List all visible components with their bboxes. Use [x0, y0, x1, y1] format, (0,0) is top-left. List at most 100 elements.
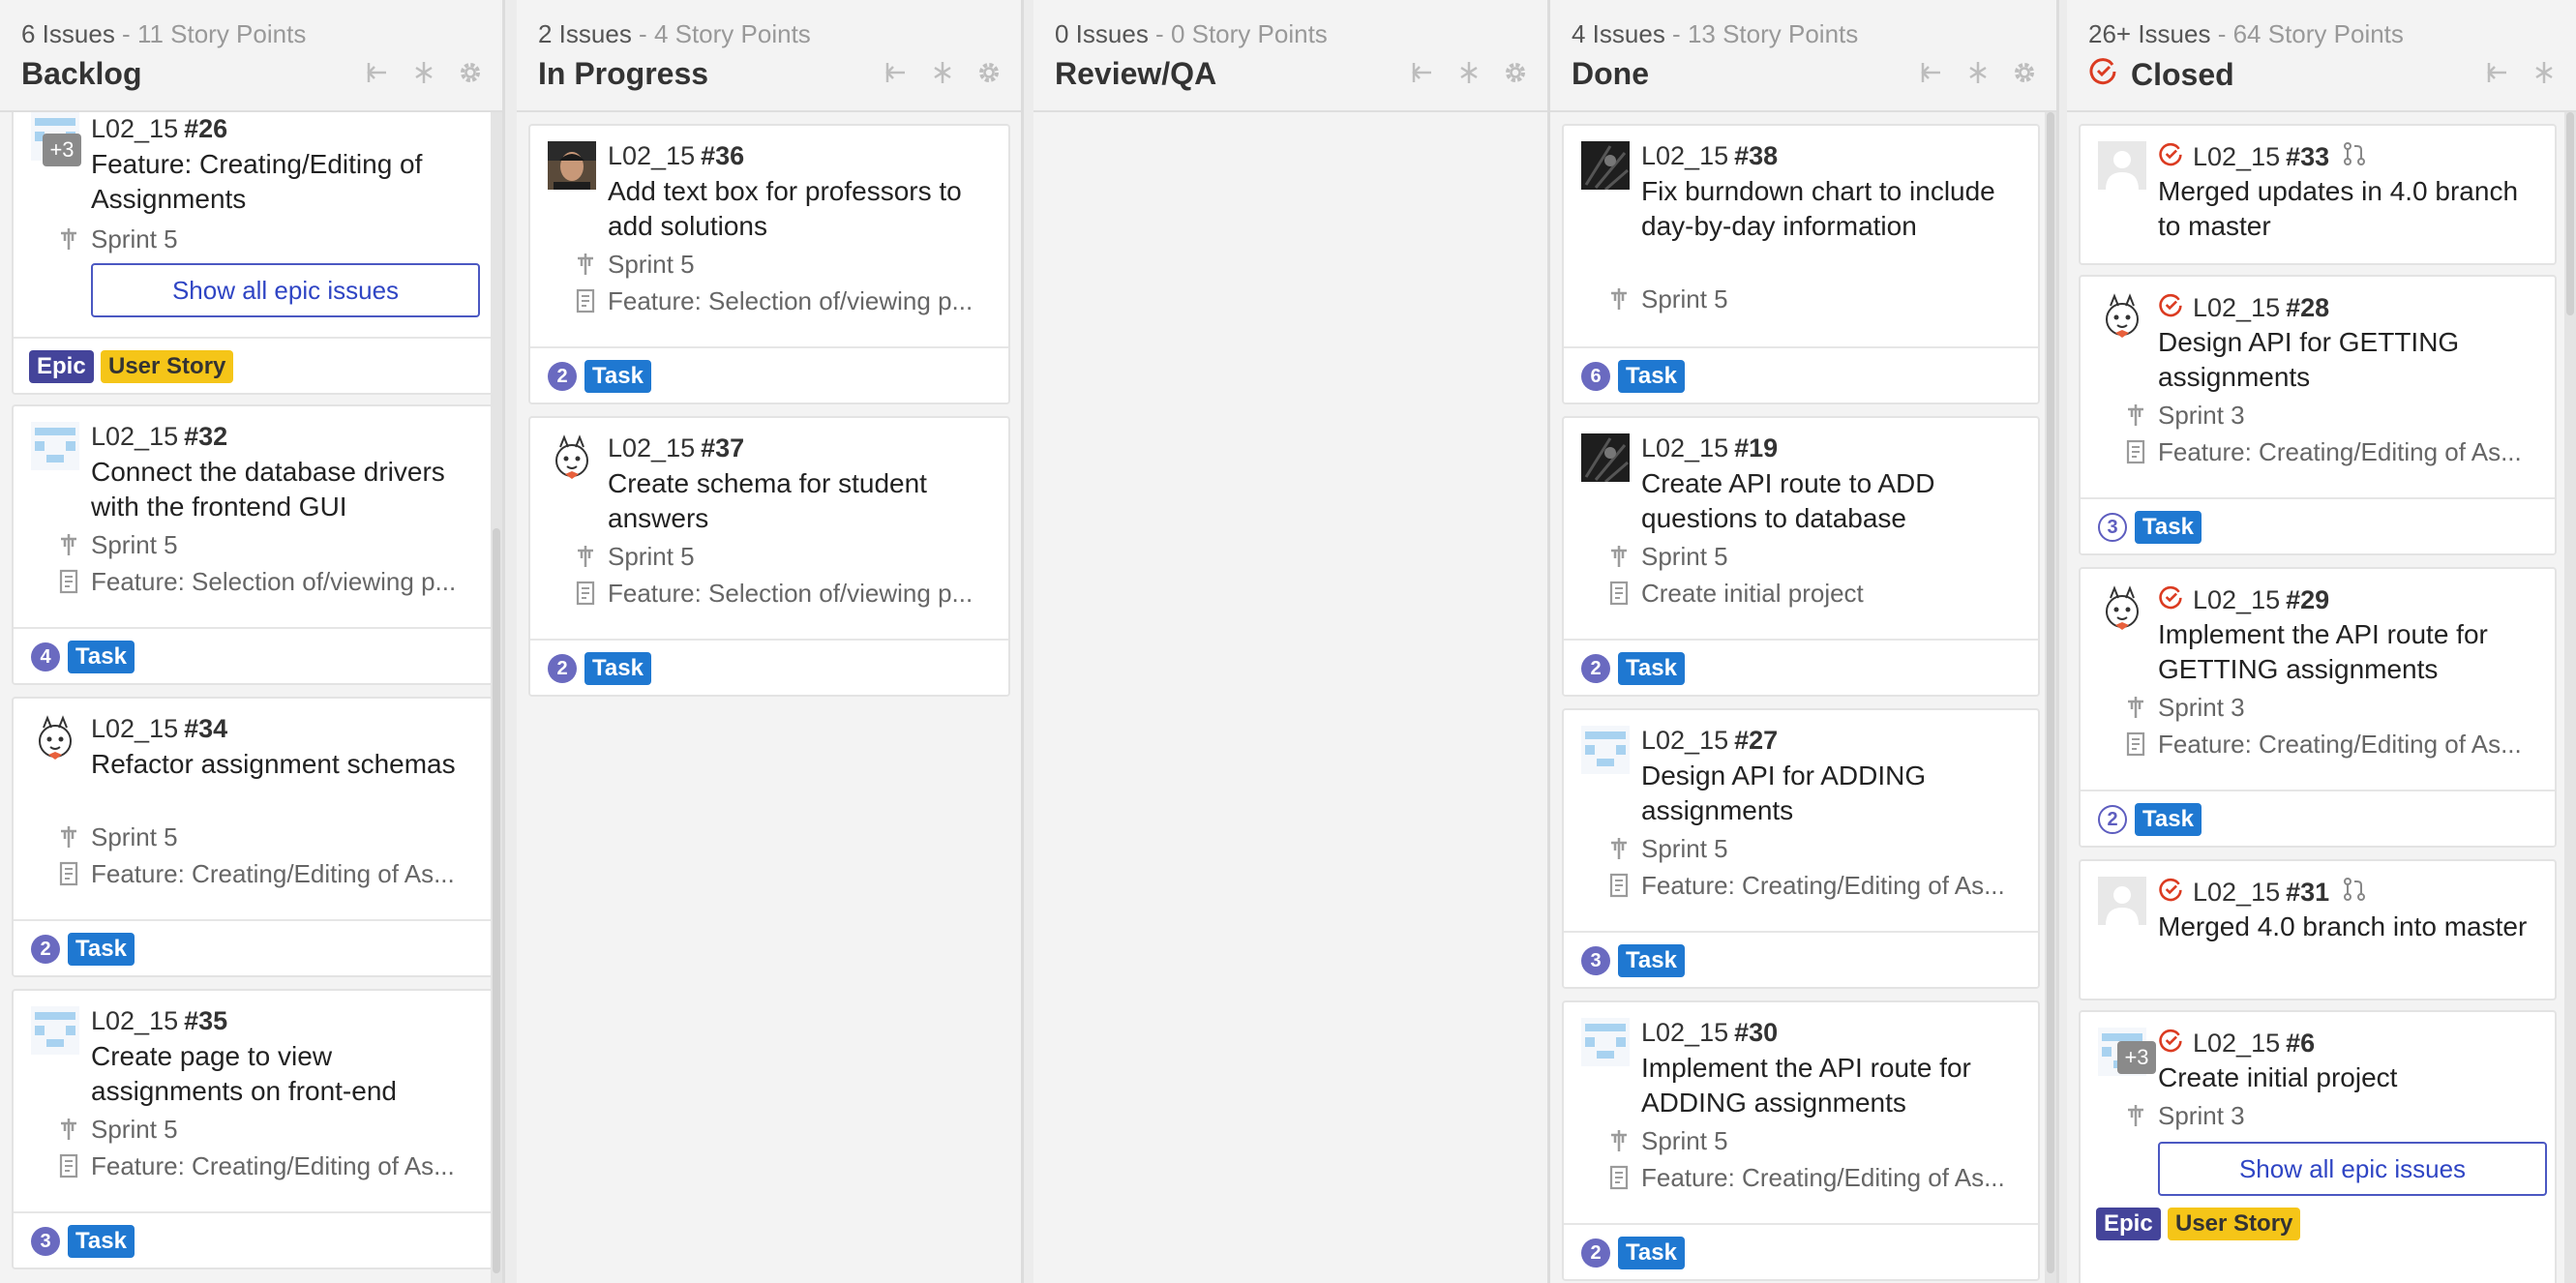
issue-title[interactable]: Create API route to ADD questions to dat…: [1641, 466, 2019, 536]
expand-icon[interactable]: [930, 60, 955, 85]
collapse-icon[interactable]: [1919, 60, 1944, 85]
issue-title[interactable]: Create page to view assignments on front…: [91, 1039, 472, 1109]
issue-title[interactable]: Design API for ADDING assignments: [1641, 759, 2019, 828]
issue-card[interactable]: L02_15 #35 Create page to view assignment…: [12, 989, 494, 1269]
gear-icon[interactable]: [976, 60, 1002, 85]
label-epic[interactable]: Epic: [29, 350, 94, 383]
issue-title[interactable]: Implement the API route for ADDING assig…: [1641, 1051, 2019, 1120]
gear-icon[interactable]: [458, 60, 483, 85]
label-task[interactable]: Task: [1618, 944, 1685, 977]
issue-card[interactable]: L02_15 #19 Create API route to ADD questi…: [1562, 416, 2040, 697]
expand-icon[interactable]: [411, 60, 436, 85]
issue-card[interactable]: L02_15 #38 Fix burndown chart to include …: [1562, 124, 2040, 404]
issue-title[interactable]: Create schema for student answers: [608, 466, 989, 536]
collapse-icon[interactable]: [884, 60, 909, 85]
column-body: [1033, 112, 1547, 1283]
scrollbar-thumb[interactable]: [493, 528, 500, 1273]
expand-icon[interactable]: [2531, 60, 2557, 85]
issue-title[interactable]: Merged 4.0 branch into master: [2158, 910, 2535, 944]
label-task[interactable]: Task: [2135, 803, 2202, 836]
column-backlog: 6 Issues - 11 Story Points Backlog +3 L0…: [0, 0, 505, 1283]
label-epic[interactable]: Epic: [2096, 1208, 2161, 1240]
issue-ref[interactable]: L02_15 #6: [2158, 1028, 2315, 1059]
expand-icon[interactable]: [1456, 60, 1482, 85]
issue-ref[interactable]: L02_15 #38: [1641, 141, 1778, 171]
issue-card[interactable]: +3 L02_15 #26 Feature: Creating/Editing o…: [12, 112, 494, 395]
issue-ref[interactable]: L02_15 #29: [2158, 584, 2329, 616]
issue-ref[interactable]: L02_15 #34: [91, 714, 227, 744]
show-epic-issues-button[interactable]: Show all epic issues: [91, 263, 480, 317]
issue-title[interactable]: Fix burndown chart to include day-by-day…: [1641, 174, 2019, 244]
collapse-icon[interactable]: [2485, 60, 2510, 85]
issue-ref[interactable]: L02_15 #30: [1641, 1018, 1778, 1048]
issue-title[interactable]: Refactor assignment schemas: [91, 747, 472, 782]
issue-ref[interactable]: L02_15 #28: [2158, 292, 2329, 324]
issue-card[interactable]: L02_15 #36 Add text box for professors to…: [528, 124, 1010, 404]
show-epic-issues-button[interactable]: Show all epic issues: [2158, 1142, 2547, 1196]
issue-epic[interactable]: Feature: Creating/Editing of As...: [91, 1151, 476, 1181]
issue-ref[interactable]: L02_15 #33: [2158, 141, 2366, 173]
issue-ref[interactable]: L02_15 #35: [91, 1006, 227, 1036]
label-user-story[interactable]: User Story: [101, 350, 234, 383]
issue-card[interactable]: L02_15 #27 Design API for ADDING assignme…: [1562, 708, 2040, 989]
issue-card[interactable]: L02_15 #34 Refactor assignment schemas Sp…: [12, 697, 494, 977]
issue-epic[interactable]: Feature: Creating/Editing of As...: [2158, 437, 2539, 467]
issue-ref[interactable]: L02_15 #26: [91, 114, 227, 144]
scrollbar[interactable]: [2564, 112, 2576, 1283]
label-task[interactable]: Task: [68, 933, 135, 966]
avatar: [1581, 433, 1630, 484]
issue-card[interactable]: L02_15 #28 Design API for GETTING assignm…: [2079, 275, 2557, 555]
milestone-icon: [2123, 695, 2148, 720]
issue-ref[interactable]: L02_15 #31: [2158, 877, 2366, 909]
scrollbar-thumb[interactable]: [2566, 112, 2574, 315]
gear-icon[interactable]: [2012, 60, 2037, 85]
issue-epic[interactable]: Feature: Creating/Editing of As...: [2158, 730, 2539, 760]
issue-title[interactable]: Implement the API route for GETTING assi…: [2158, 617, 2535, 687]
issue-card[interactable]: L02_15 #31 Merged 4.0 branch into master: [2079, 859, 2557, 1000]
issue-card[interactable]: +3 L02_15 #6 Create initial project Sprin…: [2079, 1010, 2557, 1283]
issue-epic[interactable]: Feature: Selection of/viewing p...: [608, 579, 993, 609]
issue-title[interactable]: Create initial project: [2158, 1060, 2535, 1095]
issue-ref[interactable]: L02_15 #36: [608, 141, 744, 171]
issue-card[interactable]: L02_15 #37 Create schema for student answ…: [528, 416, 1010, 697]
issue-epic[interactable]: Feature: Creating/Editing of As...: [1641, 871, 2022, 901]
card-footer: 3 Task: [14, 1211, 492, 1268]
issue-count: 4 Issues: [1572, 19, 1665, 48]
label-task[interactable]: Task: [584, 652, 651, 685]
label-task[interactable]: Task: [584, 360, 651, 393]
label-task[interactable]: Task: [1618, 652, 1685, 685]
epic-icon: [573, 581, 598, 606]
issue-card[interactable]: L02_15 #32 Connect the database drivers w…: [12, 404, 494, 685]
issue-epic[interactable]: Feature: Creating/Editing of As...: [1641, 1163, 2022, 1193]
closed-issue-icon: [2158, 584, 2183, 616]
issue-title[interactable]: Feature: Creating/Editing of Assignments: [91, 147, 472, 217]
issue-title[interactable]: Connect the database drivers with the fr…: [91, 455, 472, 524]
issue-ref[interactable]: L02_15 #19: [1641, 433, 1778, 463]
issue-epic[interactable]: Feature: Selection of/viewing p...: [91, 567, 476, 597]
issue-epic[interactable]: Feature: Selection of/viewing p...: [608, 286, 993, 316]
issue-card[interactable]: L02_15 #29 Implement the API route for GE…: [2079, 567, 2557, 848]
issue-ref[interactable]: L02_15 #32: [91, 422, 227, 452]
label-task[interactable]: Task: [68, 641, 135, 673]
expand-icon[interactable]: [1965, 60, 1991, 85]
collapse-icon[interactable]: [365, 60, 390, 85]
issue-card[interactable]: L02_15 #30 Implement the API route for AD…: [1562, 1000, 2040, 1281]
collapse-icon[interactable]: [1410, 60, 1435, 85]
label-task[interactable]: Task: [68, 1225, 135, 1258]
scrollbar[interactable]: [2045, 112, 2056, 1283]
label-task[interactable]: Task: [2135, 511, 2202, 544]
issue-title[interactable]: Design API for GETTING assignments: [2158, 325, 2535, 395]
scrollbar-thumb[interactable]: [2047, 112, 2054, 1273]
issue-ref[interactable]: L02_15 #27: [1641, 726, 1778, 756]
gear-icon[interactable]: [1503, 60, 1528, 85]
label-task[interactable]: Task: [1618, 360, 1685, 393]
issue-epic[interactable]: Feature: Creating/Editing of As...: [91, 859, 476, 889]
issue-title[interactable]: Add text box for professors to add solut…: [608, 174, 989, 244]
issue-title[interactable]: Merged updates in 4.0 branch to master: [2158, 174, 2535, 244]
issue-epic[interactable]: Create initial project: [1641, 579, 2022, 609]
label-user-story[interactable]: User Story: [2168, 1208, 2301, 1240]
issue-card[interactable]: L02_15 #33 Merged updates in 4.0 branch t…: [2079, 124, 2557, 265]
label-task[interactable]: Task: [1618, 1237, 1685, 1269]
scrollbar[interactable]: [491, 112, 502, 1283]
issue-ref[interactable]: L02_15 #37: [608, 433, 744, 463]
